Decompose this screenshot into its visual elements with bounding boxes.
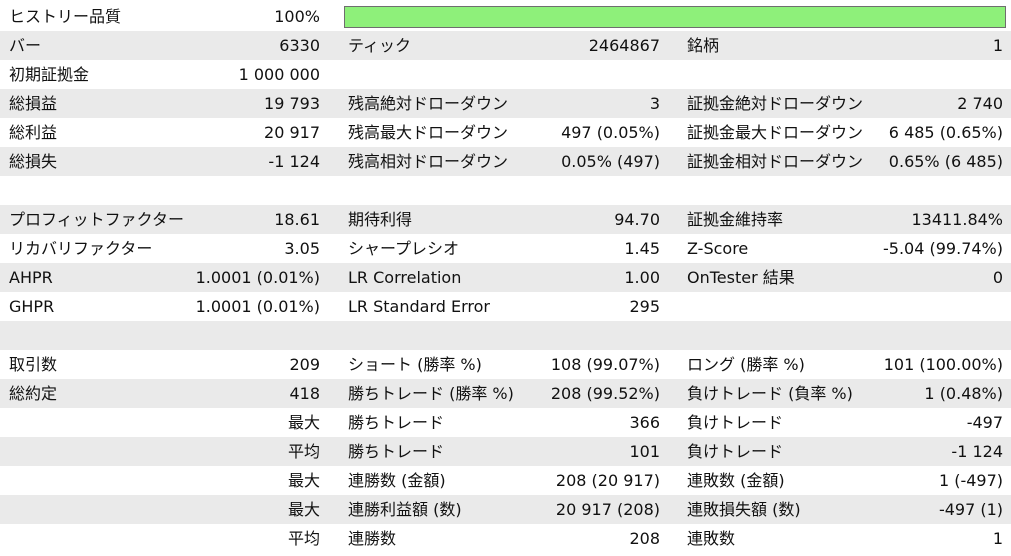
equity-max-drawdown-value: 6 485 (0.65%): [888, 123, 1003, 142]
expected-payoff-value: 94.70: [614, 210, 660, 229]
maximum-label: 最大: [287, 500, 320, 519]
balance-max-drawdown-value: 497 (0.05%): [561, 123, 660, 142]
bars-value: 6330: [279, 36, 320, 55]
profit-factor-value: 18.61: [274, 210, 320, 229]
loss-trades-value: 1 (0.48%): [924, 384, 1003, 403]
total-deals-value: 418: [289, 384, 320, 403]
largest-profit-trade-value: 366: [629, 413, 660, 432]
balance-abs-drawdown-value: 3: [649, 94, 660, 113]
report-row-gross-loss: 総損失 -1 124 残高相対ドローダウン 0.05% (497) 証拠金相対ド…: [0, 147, 1011, 176]
report-row-max-consecutive-amount: 最大 連勝利益額 (数) 20 917 (208) 連敗損失額 (数) -497…: [0, 495, 1011, 524]
history-quality-bar-fill: [345, 7, 1005, 27]
symbols-value: 1: [992, 36, 1003, 55]
history-quality-value: 100%: [274, 7, 320, 26]
ticks-value: 2464867: [588, 36, 660, 55]
average-loss-trade-value: -1 124: [951, 442, 1003, 461]
report-row-profit-factor: プロフィットファクター 18.61 期待利得 94.70 証拠金維持率 1341…: [0, 205, 1011, 234]
largest-label: 最大: [287, 413, 320, 432]
ghpr-value: 1.0001 (0.01%): [195, 297, 320, 316]
max-consecutive-profit-value: 20 917 (208): [555, 500, 660, 519]
report-row-total-trades: 取引数 209 ショート (勝率 %) 108 (99.07%) ロング (勝率…: [0, 350, 1011, 379]
backtest-report: ヒストリー品質 100% バー 6330 ティック 2464867 銘柄 1 初…: [0, 0, 1011, 556]
report-row-spacer: [0, 321, 1011, 350]
maximum-label: 最大: [287, 471, 320, 490]
profit-trades-value: 208 (99.52%): [550, 384, 660, 403]
history-quality-row: ヒストリー品質 100%: [0, 2, 1011, 31]
gross-loss-value: -1 124: [268, 152, 320, 171]
largest-loss-trade-value: -497: [966, 413, 1003, 432]
report-row-total-deals: 総約定 418 勝ちトレード (勝率 %) 208 (99.52%) 負けトレー…: [0, 379, 1011, 408]
report-row-gross-profit: 総利益 20 917 残高最大ドローダウン 497 (0.05%) 証拠金最大ド…: [0, 118, 1011, 147]
net-profit-value: 19 793: [264, 94, 320, 113]
report-row-initial-deposit: 初期証拠金 1 000 000: [0, 60, 1011, 89]
report-row-bars: バー 6330 ティック 2464867 銘柄 1: [0, 31, 1011, 60]
balance-rel-drawdown-value: 0.05% (497): [561, 152, 660, 171]
average-consecutive-losses-value: 1: [992, 529, 1003, 548]
initial-deposit-value: 1 000 000: [238, 65, 320, 84]
average-profit-trade-value: 101: [629, 442, 660, 461]
max-consecutive-wins-value: 208 (20 917): [555, 471, 660, 490]
report-row-ghpr: GHPR 1.0001 (0.01%) LR Standard Error 29…: [0, 292, 1011, 321]
ontester-result-value: 0: [992, 268, 1003, 287]
short-trades-value: 108 (99.07%): [550, 355, 660, 374]
equity-abs-drawdown-value: 2 740: [957, 94, 1003, 113]
ahpr-value: 1.0001 (0.01%): [195, 268, 320, 287]
z-score-value: -5.04 (99.74%): [883, 239, 1003, 258]
history-quality-bar: [344, 6, 1006, 28]
max-consecutive-losses-value: 1 (-497): [938, 471, 1003, 490]
recovery-factor-value: 3.05: [284, 239, 320, 258]
report-row-average-trade: 平均 勝ちトレード 101 負けトレード -1 124: [0, 437, 1011, 466]
gross-profit-value: 20 917: [264, 123, 320, 142]
report-row-net-profit: 総損益 19 793 残高絶対ドローダウン 3 証拠金絶対ドローダウン 2 74…: [0, 89, 1011, 118]
sharpe-ratio-value: 1.45: [624, 239, 660, 258]
report-row-recovery-factor: リカバリファクター 3.05 シャープレシオ 1.45 Z-Score -5.0…: [0, 234, 1011, 263]
long-trades-value: 101 (100.00%): [883, 355, 1003, 374]
report-row-spacer: [0, 176, 1011, 205]
average-consecutive-wins-value: 208: [629, 529, 660, 548]
average-label: 平均: [287, 529, 320, 548]
average-label: 平均: [287, 442, 320, 461]
report-row-average-consecutive: 平均 連勝数 208 連敗数 1: [0, 524, 1011, 553]
lr-correlation-value: 1.00: [624, 268, 660, 287]
equity-rel-drawdown-value: 0.65% (6 485): [888, 152, 1003, 171]
report-row-largest-trade: 最大 勝ちトレード 366 負けトレード -497: [0, 408, 1011, 437]
total-trades-value: 209: [289, 355, 320, 374]
report-row-ahpr: AHPR 1.0001 (0.01%) LR Correlation 1.00 …: [0, 263, 1011, 292]
max-consecutive-loss-value: -497 (1): [938, 500, 1003, 519]
report-row-max-consecutive: 最大 連勝数 (金額) 208 (20 917) 連敗数 (金額) 1 (-49…: [0, 466, 1011, 495]
lr-standard-error-value: 295: [629, 297, 660, 316]
margin-level-value: 13411.84%: [911, 210, 1003, 229]
